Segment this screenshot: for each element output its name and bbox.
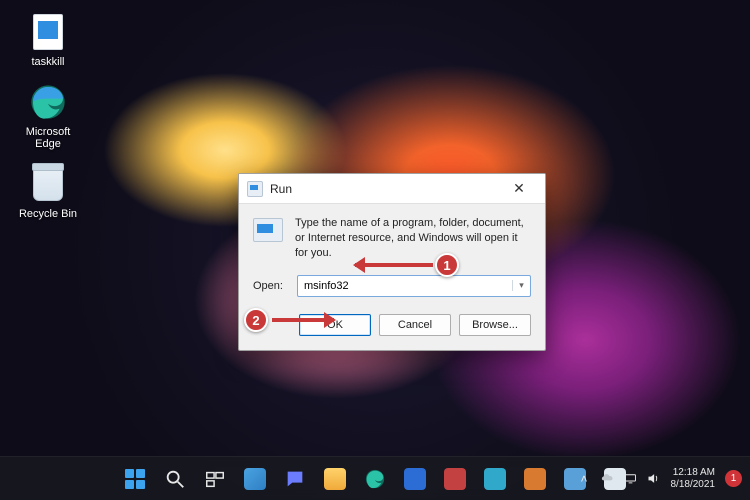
run-dialog-description: Type the name of a program, folder, docu… [295, 216, 531, 261]
run-dialog-body: Type the name of a program, folder, docu… [239, 204, 545, 298]
run-dialog-title: Run [270, 182, 499, 196]
powerpoint-button[interactable] [477, 461, 513, 497]
chevron-down-icon[interactable]: ▾ [512, 280, 530, 291]
desktop-icon-label: Microsoft Edge [12, 126, 84, 150]
widgets-button[interactable] [237, 461, 273, 497]
taskbar-right: ˄ 12:18 AM 8/18/2021 1 [577, 467, 743, 490]
store-button[interactable] [397, 461, 433, 497]
volume-icon[interactable] [646, 471, 661, 486]
taskbar: ˄ 12:18 AM 8/18/2021 1 [0, 456, 750, 500]
chevron-up-icon[interactable]: ˄ [577, 471, 592, 486]
task-view-button[interactable] [197, 461, 233, 497]
annotation-arrow-1 [355, 263, 433, 267]
chat-button[interactable] [277, 461, 313, 497]
command-file-icon [28, 12, 68, 52]
taskbar-clock[interactable]: 12:18 AM 8/18/2021 [671, 467, 716, 490]
desktop-icon-edge[interactable]: Microsoft Edge [12, 82, 84, 150]
folder-icon [324, 468, 346, 490]
desktop-icons: taskkill Microsoft Edge Recycle Bin [12, 12, 84, 220]
open-label: Open: [253, 280, 287, 292]
word-button[interactable] [437, 461, 473, 497]
notification-badge[interactable]: 1 [725, 470, 742, 487]
widgets-icon [244, 468, 266, 490]
desktop-icon-recycle-bin[interactable]: Recycle Bin [12, 164, 84, 220]
annotation-arrow-2 [272, 318, 334, 322]
task-view-icon [204, 468, 226, 490]
start-button[interactable] [117, 461, 153, 497]
app-icon [524, 468, 546, 490]
desktop-icon-taskkill[interactable]: taskkill [12, 12, 84, 68]
desktop-icon-label: taskkill [31, 56, 64, 68]
system-tray[interactable]: ˄ [577, 471, 661, 486]
run-dialog-titlebar[interactable]: Run ✕ [239, 174, 545, 204]
annotation-step-2: 2 [244, 308, 268, 332]
store-icon [404, 468, 426, 490]
run-dialog: Run ✕ Type the name of a program, folder… [238, 173, 546, 351]
open-input[interactable] [298, 280, 512, 292]
run-dialog-icon [247, 181, 263, 197]
open-combobox[interactable]: ▾ [297, 275, 531, 297]
edge-icon [28, 82, 68, 122]
edge-button[interactable] [357, 461, 393, 497]
run-program-icon [253, 218, 283, 242]
network-icon[interactable] [623, 471, 638, 486]
close-button[interactable]: ✕ [499, 174, 539, 204]
app-icon [444, 468, 466, 490]
chat-icon [284, 468, 306, 490]
cancel-button[interactable]: Cancel [379, 314, 451, 336]
taskbar-pinned [117, 461, 633, 497]
onedrive-icon[interactable] [600, 471, 615, 486]
recycle-bin-icon [28, 164, 68, 204]
search-button[interactable] [157, 461, 193, 497]
annotation-step-1: 1 [435, 253, 459, 277]
desktop-icon-label: Recycle Bin [19, 208, 77, 220]
clock-date: 8/18/2021 [671, 479, 716, 491]
mail-button[interactable] [517, 461, 553, 497]
file-explorer-button[interactable] [317, 461, 353, 497]
edge-icon [364, 468, 386, 490]
search-icon [164, 468, 186, 490]
desktop: taskkill Microsoft Edge Recycle Bin Run … [0, 0, 750, 500]
app-icon [484, 468, 506, 490]
browse-button[interactable]: Browse... [459, 314, 531, 336]
clock-time: 12:18 AM [671, 467, 716, 479]
windows-logo-icon [125, 469, 145, 489]
